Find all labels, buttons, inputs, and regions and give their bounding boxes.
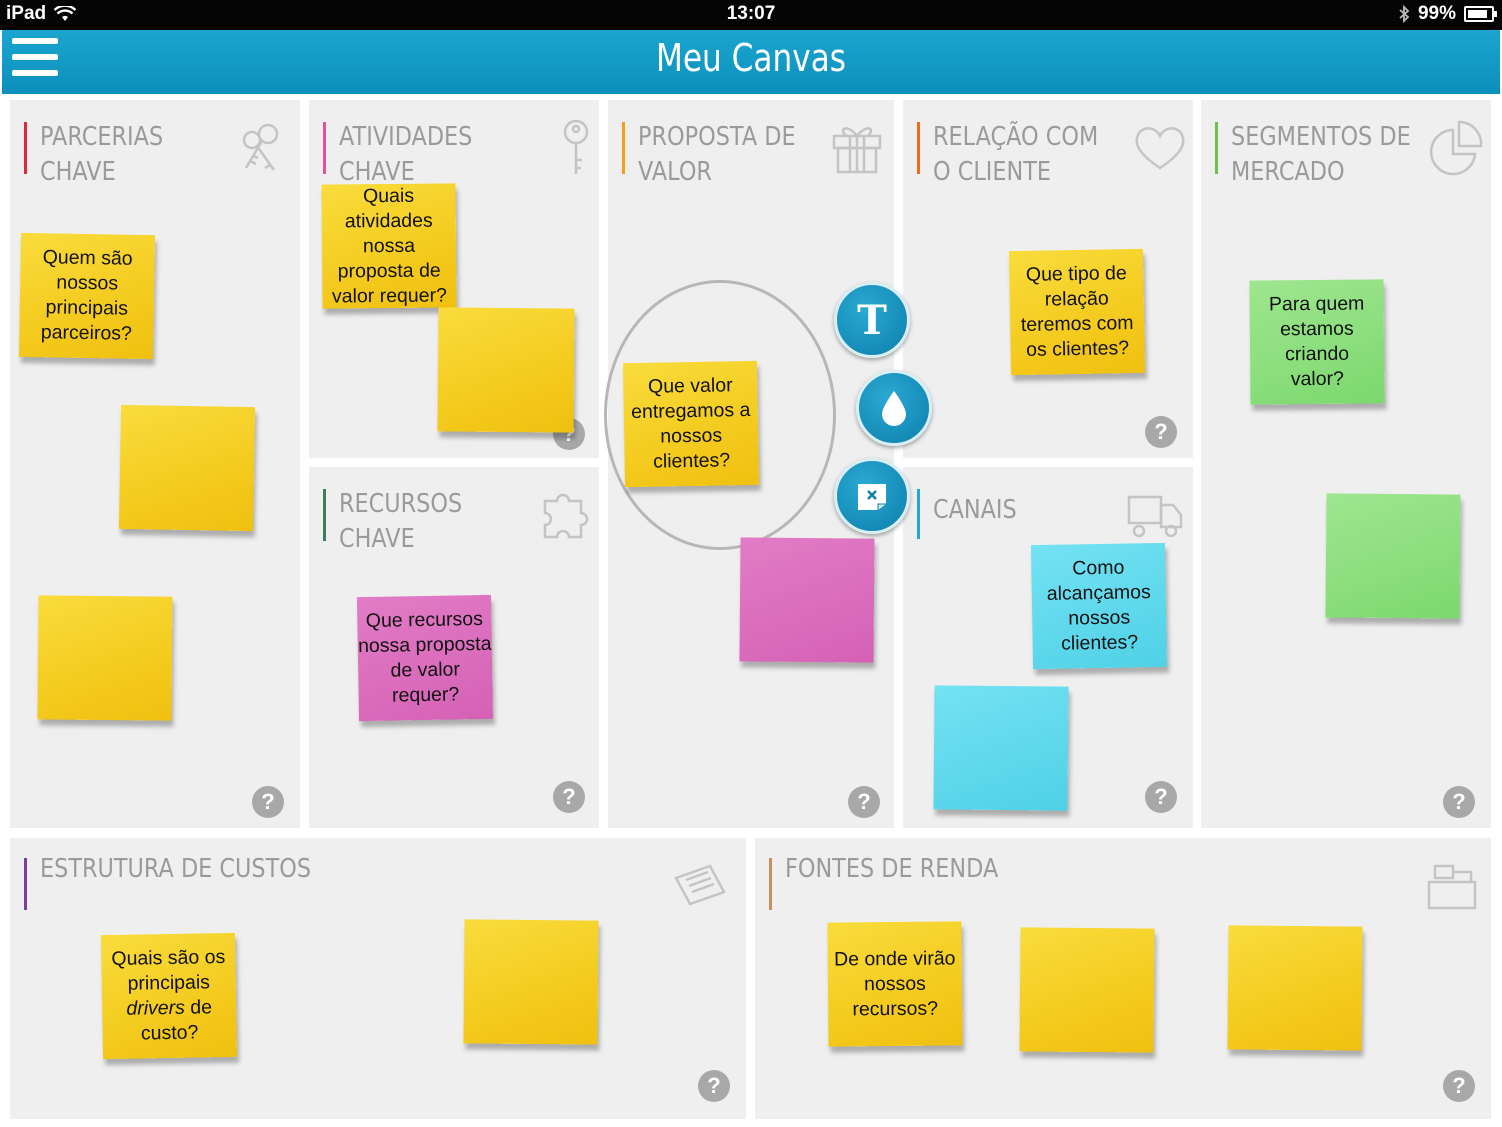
menu-line bbox=[12, 54, 58, 60]
panel-title: RELAÇÃO COM O CLIENTE bbox=[933, 122, 1099, 187]
note-text-italic: drivers bbox=[126, 996, 186, 1020]
sticky-note[interactable]: Que recursos nossa proposta de valor req… bbox=[356, 594, 494, 722]
panel-title: ATIVIDADES CHAVE bbox=[339, 122, 473, 187]
sticky-note[interactable] bbox=[1325, 493, 1461, 619]
sticky-note[interactable]: Quais são os principais drivers de custo… bbox=[100, 932, 238, 1060]
sticky-note[interactable] bbox=[739, 537, 875, 663]
sticky-note[interactable] bbox=[118, 404, 256, 532]
panel-color-bar bbox=[769, 858, 772, 910]
note-text: De onde virão nossos recursos? bbox=[833, 946, 956, 1020]
help-button[interactable]: ? bbox=[1145, 416, 1177, 448]
sticky-note[interactable] bbox=[437, 307, 575, 433]
delete-note-button[interactable] bbox=[834, 458, 910, 534]
status-bar: iPad 13:07 99% bbox=[0, 0, 1502, 30]
help-button[interactable]: ? bbox=[1443, 1070, 1475, 1102]
note-text: Que valor entregamos a nossos clientes? bbox=[630, 374, 751, 473]
sticky-note[interactable]: Quem são nossos principais parceiros? bbox=[18, 232, 156, 360]
note-text: Como alcançamos nossos clientes? bbox=[1046, 556, 1151, 655]
note-text: Quem são nossos principais parceiros? bbox=[40, 246, 133, 345]
help-button[interactable]: ? bbox=[1443, 786, 1475, 818]
panel-customer-segments[interactable]: SEGMENTOS DE MERCADO ? bbox=[1201, 100, 1491, 828]
panel-title: RECURSOS CHAVE bbox=[339, 489, 463, 554]
panel-title: CANAIS bbox=[933, 495, 1017, 525]
sticky-note[interactable]: Como alcançamos nossos clientes? bbox=[1030, 542, 1168, 670]
sticky-note[interactable]: De onde virão nossos recursos? bbox=[827, 921, 963, 1047]
help-button[interactable]: ? bbox=[848, 786, 880, 818]
status-right: 99% bbox=[1398, 3, 1497, 25]
heart-icon bbox=[1135, 127, 1185, 170]
sticky-note[interactable]: Para quem estamos criando valor? bbox=[1249, 279, 1385, 405]
panel-color-bar bbox=[917, 489, 920, 539]
menu-line bbox=[12, 70, 58, 76]
note-text-part: Quais são os principais bbox=[111, 946, 226, 995]
sticky-note[interactable] bbox=[1019, 927, 1155, 1053]
cash-register-icon bbox=[1427, 864, 1477, 910]
panel-title: ESTRUTURA DE CUSTOS bbox=[40, 854, 312, 884]
pie-chart-icon bbox=[1429, 120, 1483, 176]
help-button[interactable]: ? bbox=[252, 786, 284, 818]
panel-color-bar bbox=[622, 122, 625, 174]
note-text: Para quem estamos criando valor? bbox=[1268, 292, 1365, 391]
canvas-board: PARCERIAS CHAVE ? ATIVIDADES CHAVE ? REC… bbox=[2, 94, 1500, 1125]
sticky-note[interactable] bbox=[37, 595, 173, 721]
note-text: Quais são os principais drivers de custo… bbox=[104, 945, 234, 1047]
help-button[interactable]: ? bbox=[553, 781, 585, 813]
drop-icon bbox=[882, 391, 906, 426]
battery-icon bbox=[1464, 6, 1497, 22]
note-text: Que tipo de relação teremos com os clien… bbox=[1020, 262, 1134, 361]
panel-color-bar bbox=[24, 122, 27, 174]
note-text: Quais atividades nossa proposta de valor… bbox=[331, 184, 447, 307]
text-icon: T bbox=[857, 296, 887, 344]
nav-bar: Meu Canvas bbox=[2, 30, 1500, 94]
panel-color-bar bbox=[24, 858, 27, 910]
truck-icon bbox=[1127, 495, 1183, 538]
sticky-note[interactable] bbox=[463, 919, 599, 1045]
key-icon bbox=[563, 119, 589, 174]
sticky-note[interactable] bbox=[1227, 925, 1363, 1051]
panel-title: PROPOSTA DE VALOR bbox=[638, 122, 796, 187]
panel-title: SEGMENTOS DE MERCADO bbox=[1231, 122, 1411, 187]
panel-color-bar bbox=[917, 122, 920, 174]
keys-icon bbox=[242, 123, 279, 171]
text-tool-button[interactable]: T bbox=[834, 282, 910, 358]
panel-title: FONTES DE RENDA bbox=[785, 854, 999, 884]
sticky-note[interactable]: Quais atividades nossa proposta de valor… bbox=[321, 183, 457, 309]
color-tool-button[interactable] bbox=[856, 370, 932, 446]
sticky-note[interactable]: Que tipo de relação teremos com os clien… bbox=[1008, 248, 1146, 376]
menu-button[interactable] bbox=[12, 38, 58, 84]
help-button[interactable]: ? bbox=[1145, 781, 1177, 813]
gift-icon bbox=[832, 127, 882, 174]
bluetooth-icon bbox=[1399, 5, 1410, 23]
panel-color-bar bbox=[323, 489, 326, 541]
clock: 13:07 bbox=[726, 3, 776, 24]
delete-note-icon bbox=[858, 484, 886, 510]
menu-line bbox=[12, 38, 58, 44]
sticky-note[interactable]: Que valor entregamos a nossos clientes? bbox=[622, 360, 760, 488]
puzzle-icon bbox=[543, 493, 589, 539]
panel-color-bar bbox=[323, 122, 326, 174]
page-title: Meu Canvas bbox=[655, 36, 847, 80]
receipt-icon bbox=[674, 864, 726, 906]
panel-title: PARCERIAS CHAVE bbox=[40, 122, 164, 187]
sticky-note[interactable] bbox=[933, 685, 1069, 811]
panel-color-bar bbox=[1215, 122, 1218, 174]
note-text: Que recursos nossa proposta de valor req… bbox=[357, 607, 492, 707]
help-button[interactable]: ? bbox=[698, 1070, 730, 1102]
battery-percent: 99% bbox=[1417, 3, 1456, 24]
